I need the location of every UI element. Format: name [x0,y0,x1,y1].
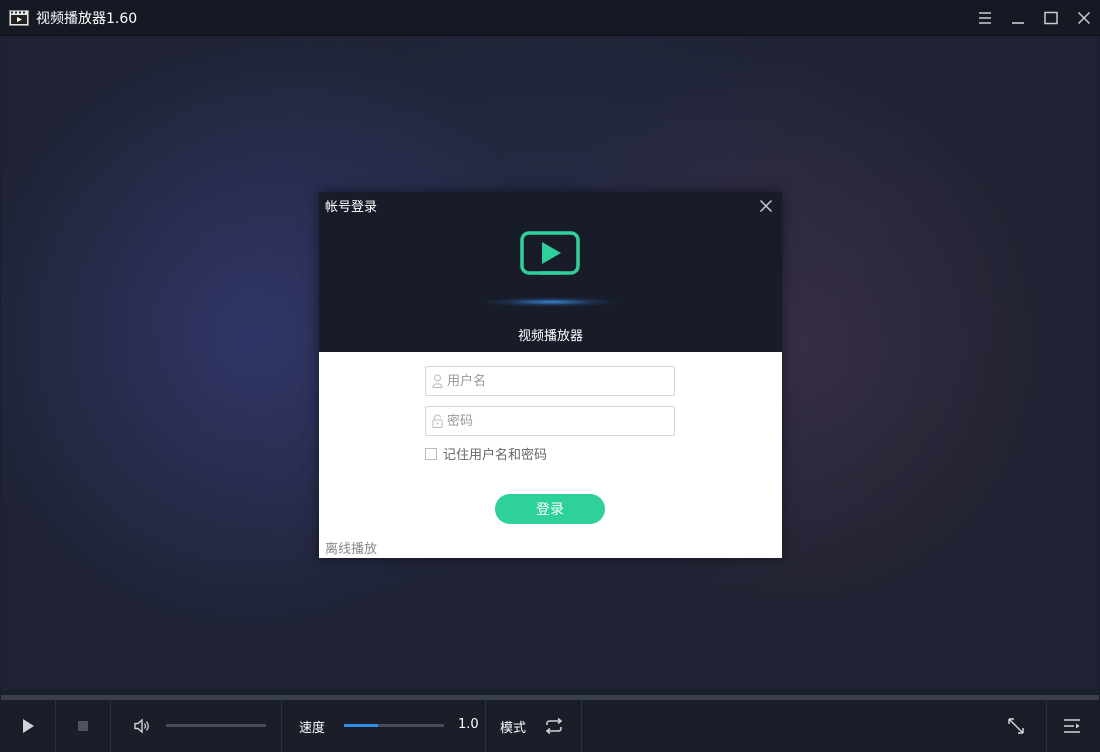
dialog-title: 帐号登录 [325,200,378,215]
login-dialog-header: 帐号登录 视频播放器 [319,192,782,352]
divider [581,700,582,752]
dialog-close-button[interactable] [756,196,776,216]
control-bar: 速度 1.0 模式 [0,700,1100,752]
remember-credentials: 记住用户名和密码 [425,444,547,463]
fullscreen-button[interactable] [998,700,1034,752]
username-field[interactable] [425,366,675,396]
dialog-app-name: 视频播放器 [517,329,583,344]
player-logo-icon [520,231,582,283]
divider [1046,700,1047,752]
minimize-button[interactable] [1001,0,1034,36]
minimize-icon [1011,22,1024,24]
lock-icon [431,414,443,428]
menu-button[interactable] [968,0,1001,36]
user-icon [431,374,443,388]
app-logo-icon [9,9,29,26]
password-input[interactable] [447,408,667,434]
divider [485,700,486,752]
volume-slider[interactable] [166,724,266,727]
play-button[interactable] [0,700,55,752]
volume-button[interactable] [126,700,158,752]
speed-value: 1.0 [458,717,479,732]
remember-checkbox[interactable] [425,447,437,460]
loop-mode-icon [545,718,563,734]
divider [281,700,282,752]
speed-slider[interactable] [344,724,444,727]
maximize-icon [1043,11,1058,25]
window-title: 视频播放器1.60 [36,10,138,27]
divider [110,700,111,752]
speed-slider-fill [344,724,378,727]
play-icon [22,719,34,733]
username-input[interactable] [447,368,667,394]
offline-play-link[interactable]: 离线播放 [325,538,377,557]
stop-icon [78,721,88,731]
password-field[interactable] [425,406,675,436]
stop-button[interactable] [56,700,110,752]
remember-label[interactable]: 记住用户名和密码 [443,444,547,463]
volume-icon [134,718,149,734]
close-window-button[interactable] [1067,0,1100,36]
fullscreen-icon [1008,718,1024,734]
playlist-icon [1064,719,1080,733]
playlist-button[interactable] [1054,700,1090,752]
loop-mode-button[interactable] [540,700,568,752]
menu-icon [978,12,991,24]
login-dialog: 帐号登录 视频播放器 记住用户名和密码 登录 离线播放 [319,192,782,558]
title-bar: 视频播放器1.60 [0,0,1100,36]
mode-label: 模式 [500,721,527,736]
close-icon [759,199,773,213]
logo-glow [471,292,631,312]
close-icon [1077,11,1090,25]
speed-label: 速度 [299,721,326,736]
maximize-button[interactable] [1034,0,1067,36]
login-button[interactable]: 登录 [495,494,605,524]
